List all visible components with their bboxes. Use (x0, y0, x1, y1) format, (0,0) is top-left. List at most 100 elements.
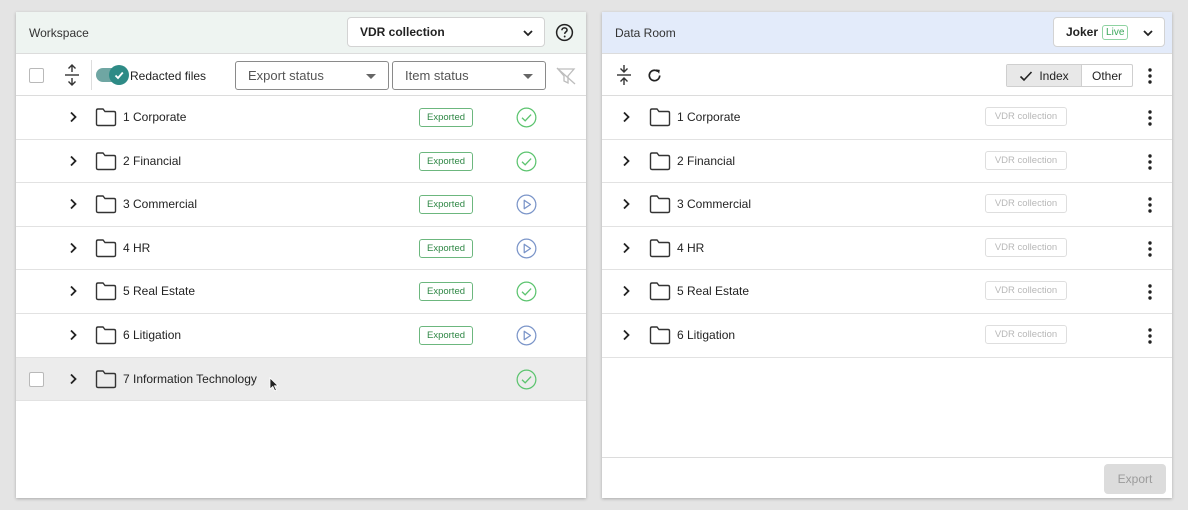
tree-row[interactable]: 4 HR VDR collection (602, 227, 1172, 271)
chevron-right-icon[interactable] (620, 111, 632, 123)
item-status-placeholder: Item status (405, 68, 469, 83)
more-vert-icon[interactable] (1148, 153, 1152, 170)
refresh-icon[interactable] (646, 67, 663, 84)
chevron-right-icon[interactable] (67, 111, 79, 123)
play-status-icon (516, 325, 537, 346)
checkmark-icon (114, 71, 124, 80)
row-label: 1 Corporate (123, 110, 187, 124)
workspace-header: Workspace VDR collection (16, 12, 586, 54)
workspace-title: Workspace (29, 25, 89, 40)
tree-row[interactable]: 3 Commercial VDR collection (602, 183, 1172, 227)
more-vert-icon[interactable] (1148, 284, 1152, 301)
done-status-icon (516, 107, 537, 128)
chevron-down-icon (523, 30, 533, 37)
chevron-right-icon[interactable] (620, 285, 632, 297)
caret-down-icon (366, 74, 376, 79)
more-vert-icon[interactable] (1148, 110, 1152, 126)
play-status-icon (516, 238, 537, 259)
row-label: 4 HR (677, 240, 705, 255)
dataroom-tree: 1 Corporate VDR collection 2 Financial V… (602, 96, 1172, 358)
redacted-files-toggle[interactable] (96, 65, 129, 85)
room-select[interactable]: Joker Live (1053, 17, 1165, 47)
row-label: 3 Commercial (677, 197, 752, 212)
row-label: 4 HR (123, 240, 151, 255)
help-icon[interactable] (555, 23, 574, 42)
export-status-dropdown[interactable]: Export status (235, 61, 389, 90)
index-label: Index (1039, 68, 1069, 83)
collapse-all-icon[interactable] (616, 64, 632, 86)
chevron-right-icon[interactable] (67, 198, 79, 210)
chevron-right-icon[interactable] (67, 285, 79, 297)
expand-all-icon[interactable] (64, 64, 80, 86)
exported-badge: Exported (419, 282, 473, 302)
clear-filter-icon[interactable] (556, 67, 576, 85)
chevron-right-icon[interactable] (620, 242, 632, 254)
tree-row[interactable]: 5 Real Estate Exported (16, 270, 586, 314)
item-status-dropdown[interactable]: Item status (392, 61, 546, 90)
done-status-icon (516, 369, 537, 390)
more-vert-icon[interactable] (1148, 328, 1152, 344)
chevron-right-icon[interactable] (620, 155, 632, 167)
dataroom-footer: Export (602, 457, 1172, 498)
view-toggle: Index Other (1006, 64, 1133, 87)
row-label: 3 Commercial (123, 197, 198, 212)
tree-row[interactable]: 7 Information Technology (16, 357, 586, 402)
dataroom-panel: Data Room Joker Live Index Other 1 Corpo… (602, 12, 1172, 498)
collection-select[interactable]: VDR collection (347, 17, 545, 47)
other-label: Other (1091, 68, 1122, 83)
mouse-cursor-icon (269, 376, 279, 391)
exported-badge: Exported (419, 238, 473, 258)
exported-badge: Exported (419, 195, 473, 215)
vdr-collection-badge: VDR collection (985, 324, 1067, 344)
folder-icon (649, 195, 671, 214)
other-toggle-button[interactable]: Other (1082, 65, 1132, 86)
row-label: 5 Real Estate (677, 284, 750, 299)
row-label: 5 Real Estate (123, 284, 196, 299)
chevron-down-icon (1143, 30, 1153, 37)
tree-row[interactable]: 6 Litigation VDR collection (602, 314, 1172, 358)
chevron-right-icon[interactable] (67, 242, 79, 254)
row-checkbox[interactable] (29, 371, 44, 387)
tree-row[interactable]: 2 Financial Exported (16, 140, 586, 184)
play-status-icon (516, 194, 537, 215)
tree-row[interactable]: 6 Litigation Exported (16, 314, 586, 358)
tree-row[interactable]: 4 HR Exported (16, 227, 586, 271)
vdr-collection-badge: VDR collection (985, 107, 1067, 126)
folder-icon (649, 239, 671, 257)
tree-row[interactable]: 2 Financial VDR collection (602, 140, 1172, 184)
done-status-icon (516, 281, 537, 302)
tree-row[interactable]: 1 Corporate VDR collection (602, 96, 1172, 140)
row-label: 6 Litigation (677, 327, 736, 342)
caret-down-icon (523, 74, 533, 79)
collection-select-value: VDR collection (360, 25, 445, 39)
live-badge: Live (1102, 24, 1129, 40)
more-vert-icon[interactable] (1148, 197, 1152, 213)
folder-icon (95, 151, 117, 170)
row-label: 2 Financial (677, 153, 736, 168)
select-all-checkbox[interactable] (29, 68, 44, 83)
workspace-tree: 1 Corporate Exported 2 Financial Exporte… (16, 96, 586, 402)
tree-row[interactable]: 3 Commercial Exported (16, 183, 586, 227)
chevron-right-icon[interactable] (67, 155, 79, 167)
more-vert-icon[interactable] (1148, 241, 1152, 257)
export-button[interactable]: Export (1104, 464, 1166, 494)
vdr-collection-badge: VDR collection (985, 281, 1067, 301)
tree-row[interactable]: 5 Real Estate VDR collection (602, 270, 1172, 314)
chevron-right-icon[interactable] (620, 329, 632, 341)
chevron-right-icon[interactable] (67, 329, 79, 341)
vdr-collection-badge: VDR collection (985, 237, 1067, 257)
done-status-icon (516, 151, 537, 172)
row-label: 7 Information Technology (123, 371, 257, 386)
chevron-right-icon[interactable] (620, 198, 632, 210)
folder-icon (95, 282, 117, 301)
folder-icon (95, 195, 117, 214)
chevron-right-icon[interactable] (67, 373, 79, 385)
row-label: 6 Litigation (123, 327, 182, 342)
exported-badge: Exported (419, 325, 473, 345)
more-vert-icon[interactable] (1148, 68, 1152, 84)
dataroom-header: Data Room Joker Live (602, 12, 1172, 54)
vdr-collection-badge: VDR collection (985, 150, 1067, 170)
exported-badge: Exported (419, 151, 473, 171)
index-toggle-button[interactable]: Index (1007, 65, 1082, 86)
tree-row[interactable]: 1 Corporate Exported (16, 96, 586, 140)
